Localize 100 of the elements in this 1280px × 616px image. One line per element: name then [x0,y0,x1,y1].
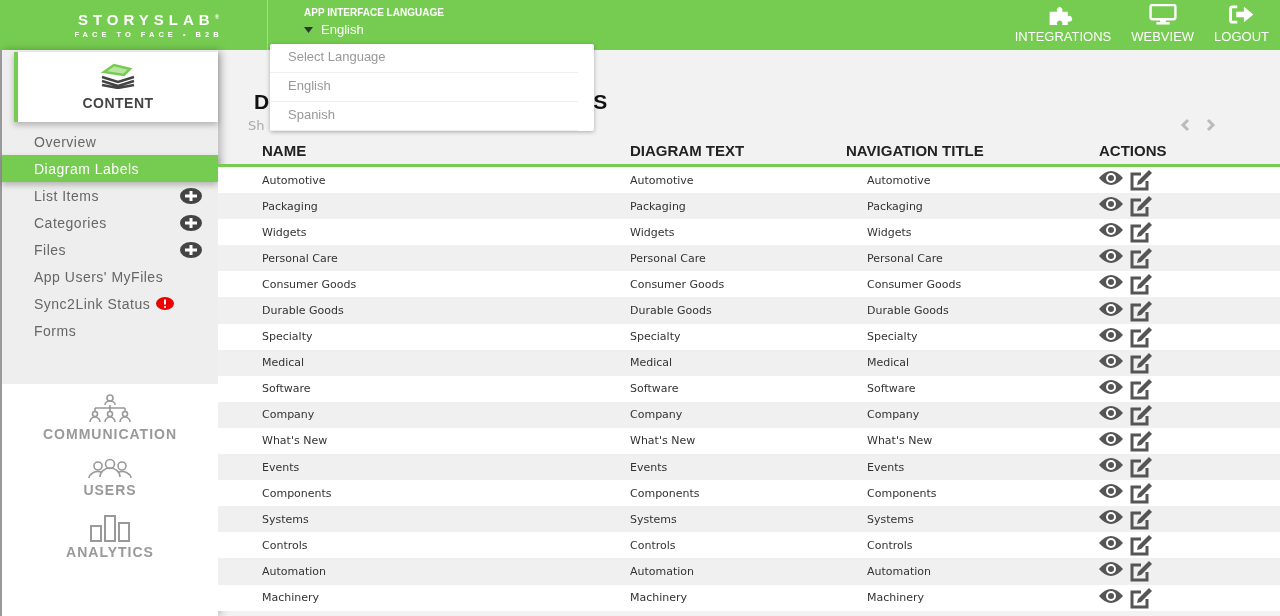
add-icon[interactable] [180,187,202,204]
sidebar-item[interactable]: Diagram Labels [2,155,218,182]
column-header: DIAGRAM TEXT [629,141,746,159]
webview-button[interactable]: WEBVIEW [1131,0,1195,50]
sidebar-item[interactable]: Files [2,236,218,263]
table-cell-text: Durable Goods [629,304,713,317]
table-cell-text: Events [261,460,301,474]
sidebar-item[interactable]: Forms [2,317,218,344]
table-cell-text: Durable Goods [261,304,345,317]
bar-chart-icon [89,514,131,542]
eye-icon [1098,456,1124,475]
add-icon[interactable] [180,214,202,231]
table-cell-text: Events [866,460,906,474]
edit-button[interactable] [1128,560,1154,583]
table-cell-text: Medical [866,356,911,370]
table-cell-text: Software [261,382,312,396]
edit-icon [1128,299,1154,322]
caret-icon [304,26,313,33]
edit-icon [1128,560,1154,583]
table-cell-text: Software [866,382,917,396]
table-cell-text: Medical [261,356,306,370]
table-cell-text: Consumer Goods [629,277,726,291]
table-cell-text: Automation [629,564,696,578]
analytics-section[interactable]: ANALYTICS [2,514,218,560]
sidebar-item[interactable]: Sync2Link Status [2,290,218,317]
table-cell-text: What's New [261,434,329,448]
edit-button[interactable] [1128,482,1154,505]
edit-button[interactable] [1128,456,1154,479]
table-cell-text: Company [866,408,921,422]
column-header: NAME [261,141,308,159]
table-cell-text: What's New [866,434,934,448]
edit-button[interactable] [1128,299,1154,322]
edit-icon [1128,273,1154,296]
edit-button[interactable] [1128,534,1154,557]
table-cell-text: Widgets [629,225,676,239]
communication-section[interactable]: COMMUNICATION [2,394,218,442]
edit-button[interactable] [1128,377,1154,400]
sidebar-item[interactable]: Categories [2,209,218,236]
edit-button[interactable] [1128,325,1154,348]
table-cell-text: Machinery [261,591,321,605]
edit-icon [1128,195,1154,218]
table-cell-text: Specialty [261,330,314,344]
table-cell-text: Widgets [866,225,913,239]
edit-icon [1128,534,1154,557]
table-cell-text: Systems [866,512,915,526]
language-option[interactable]: English [270,73,578,102]
sidebar-item[interactable]: List Items [2,182,218,209]
edit-icon [1128,430,1154,452]
table-cell-text: Components [261,486,333,500]
eye-icon [1098,560,1124,579]
edit-button[interactable] [1128,195,1154,218]
table-cell-text: Personal Care [629,251,707,265]
language-label: APP INTERFACE LANGUAGE [304,7,444,18]
edit-button[interactable] [1128,221,1154,244]
eye-icon [1098,195,1124,214]
language-dropdown[interactable]: English [304,22,364,37]
sidebar-item[interactable]: App Users' MyFiles [2,263,218,290]
content-tab[interactable]: CONTENT [14,52,218,122]
table-cell-text: Automation [866,564,933,578]
logout-button[interactable]: LOGOUT [1214,0,1269,50]
edit-icon [1128,247,1154,270]
integrations-button[interactable]: INTEGRATIONS [1014,0,1112,50]
edit-icon [1128,586,1154,609]
edit-button[interactable] [1128,403,1154,426]
edit-icon [1128,456,1154,479]
eye-icon [1098,403,1124,422]
table-cell-text: Components [866,486,938,500]
table-cell-text: Medical [629,356,674,370]
table-cell-text: Consumer Goods [261,277,358,291]
table-cell-text: Packaging [629,199,687,213]
table-cell-text: Controls [866,538,914,552]
table-cell-text: What's New [629,434,697,448]
edit-button[interactable] [1128,169,1154,192]
table-cell-text: Controls [629,538,677,552]
table-cell-text: Packaging [866,199,924,213]
table-cell-text: Durable Goods [866,304,950,317]
table-cell-text: Systems [629,512,678,526]
add-icon[interactable] [180,241,202,258]
edit-icon [1128,325,1154,348]
table-cell-text: Packaging [261,199,319,213]
users-section[interactable]: USERS [2,458,218,498]
edit-button[interactable] [1128,351,1154,374]
page-title: S [593,90,608,114]
table-cell-text: Machinery [866,591,926,605]
edit-icon [1128,482,1154,505]
edit-button[interactable] [1128,508,1154,531]
sidebar-item[interactable]: Overview [2,128,218,155]
edit-button[interactable] [1128,430,1154,452]
language-option[interactable]: Spanish [270,102,578,131]
language-option[interactable]: Select Language [270,44,578,73]
table-cell-text: Automotive [629,173,695,187]
edit-button[interactable] [1128,586,1154,609]
table-cell-text: Company [261,408,316,422]
edit-button[interactable] [1128,247,1154,270]
table-cell-text: Controls [261,538,309,552]
monitor-icon [1147,4,1178,25]
table-cell-text: Consumer Goods [866,277,963,291]
table-cell-text: Specialty [629,330,682,344]
edit-button[interactable] [1128,273,1154,296]
table-cell-text: Specialty [866,330,919,344]
